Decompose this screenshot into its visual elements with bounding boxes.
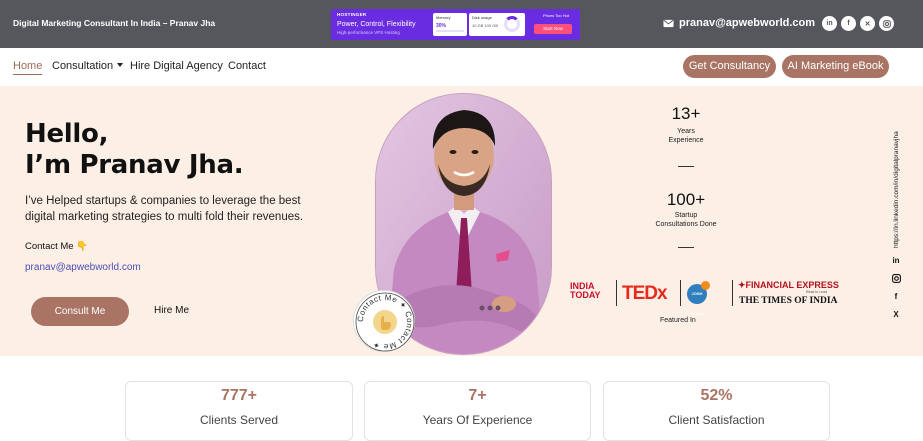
josh-talks-logo-text: JOSH TALKS <box>690 291 704 316</box>
nav-home[interactable]: Home <box>13 60 43 75</box>
stat-card-label: Client Satisfaction <box>668 413 765 427</box>
times-of-india-logo: THE TIMES OF INDIA <box>739 296 838 306</box>
ad-cta-button[interactable]: Start Now <box>534 24 572 34</box>
facebook-icon[interactable]: f <box>890 292 902 310</box>
ad-tag: Prices Too Hot <box>543 13 569 18</box>
side-social-icons: in f X <box>890 256 902 328</box>
divider <box>678 166 694 167</box>
india-today-logo-line-2: TODAY <box>570 290 601 300</box>
ad-subline: High-performance VPS Hosting <box>337 30 400 35</box>
years-label: Years Experience <box>650 127 722 145</box>
linkedin-icon[interactable]: in <box>890 256 902 274</box>
years-label-line-1: Years <box>677 128 695 135</box>
top-bar: Digital Marketing Consultant In India – … <box>0 0 923 48</box>
featured-in-label: Featured In <box>660 317 696 324</box>
ad-memory-card: Memory 30% <box>433 13 467 36</box>
x-icon[interactable]: ✕ <box>860 16 875 31</box>
hero-lead-text: I’ve Helped startups & companies to leve… <box>25 195 304 223</box>
logo-divider <box>680 280 681 306</box>
nav-consultation[interactable]: Consultation <box>52 60 124 72</box>
logo-divider <box>732 280 733 306</box>
hero-heading-line-2: I’m Pranav Jha. <box>25 150 244 180</box>
stat-card-value: 7+ <box>468 387 487 404</box>
years-value: 13+ <box>671 104 701 123</box>
ad-brand: HOSTINGER <box>337 12 367 17</box>
hero-email-link[interactable]: pranav@apwebworld.com <box>25 262 141 273</box>
featured-logos: INDIA TODAY TEDx JOSH TALKS ✦FINANCIAL EX… <box>570 280 840 316</box>
linkedin-url-vertical[interactable]: https://in.linkedin.com/in/digitalpranav… <box>890 120 902 250</box>
contact-me-label: Contact Me 👇 <box>25 241 89 252</box>
contact-me-badge[interactable]: Contact Me ✦ Contact Me ✦ <box>353 290 415 352</box>
stat-card-value: 52% <box>700 387 733 404</box>
ad-card-value: 30% <box>436 23 447 29</box>
instagram-icon[interactable] <box>890 274 902 292</box>
logo-divider <box>616 280 617 306</box>
years-label-line-2: Experience <box>668 137 704 144</box>
ad-headline: Power, Control, Flexibility <box>337 21 416 28</box>
stat-card-satisfaction: 52% Client Satisfaction <box>603 381 830 441</box>
nav-hire-digital-agency[interactable]: Hire Digital Agency <box>130 60 223 72</box>
consultations-label-line-2: Consultations Done <box>655 221 717 228</box>
stat-card-value: 777+ <box>220 387 258 404</box>
linkedin-icon[interactable]: in <box>822 16 837 31</box>
top-social-icons: in f ✕ <box>822 16 894 31</box>
top-email[interactable]: pranav@apwebworld.com <box>663 17 815 29</box>
ad-card-title: Memory <box>436 15 451 20</box>
ad-card-bar <box>436 30 464 32</box>
consultations-value: 100+ <box>666 190 706 209</box>
stat-card-label: Clients Served <box>199 413 279 427</box>
main-nav: Home Consultation Hire Digital Agency Co… <box>0 48 923 86</box>
consultations-label-line-1: Startup <box>674 212 698 219</box>
hire-me-button[interactable]: Hire Me <box>154 305 189 316</box>
hero-heading-line-1: Hello, <box>25 119 109 149</box>
ad-card-value: 10 GB 100 GB <box>472 23 499 28</box>
caret-down-icon <box>117 63 124 67</box>
x-icon[interactable]: X <box>890 310 902 328</box>
ad-card-title: Disk usage <box>472 15 492 20</box>
divider <box>678 247 694 248</box>
facebook-icon[interactable]: f <box>841 16 856 31</box>
contact-badge-graphic: Contact Me ✦ Contact Me ✦ <box>355 292 415 352</box>
nav-consultation-label: Consultation <box>52 60 114 72</box>
stat-card-clients: 777+ Clients Served <box>125 381 353 441</box>
india-today-logo: INDIA TODAY <box>570 282 601 300</box>
linkedin-url-text: https://in.linkedin.com/in/digitalpranav… <box>893 131 900 248</box>
ai-marketing-ebook-button[interactable]: AI Marketing eBook <box>782 55 889 78</box>
stat-card-experience: 7+ Years Of Experience <box>364 381 591 441</box>
site-title[interactable]: Digital Marketing Consultant In India – … <box>13 18 215 28</box>
hero-heading: Hello, I’m Pranav Jha. <box>25 119 244 181</box>
nav-contact[interactable]: Contact <box>228 60 266 72</box>
financial-express-logo-text: FINANCIAL EXPRESS <box>745 280 839 290</box>
consultations-label: Startup Consultations Done <box>640 211 732 229</box>
hosting-ad-banner[interactable]: HOSTINGER Power, Control, Flexibility Hi… <box>331 9 580 40</box>
ad-disk-card: Disk usage 10 GB 100 GB <box>469 13 525 36</box>
consult-me-button[interactable]: Consult Me <box>31 297 129 326</box>
stat-card-label: Years Of Experience <box>422 413 533 427</box>
instagram-icon[interactable] <box>879 16 894 31</box>
envelope-icon <box>663 19 674 27</box>
get-consultancy-button[interactable]: Get Consultancy <box>683 55 776 78</box>
ad-disk-ring-icon <box>504 16 520 32</box>
hero-section: Hello, I’m Pranav Jha. I’ve Helped start… <box>0 86 923 356</box>
tedx-logo: TEDx <box>622 283 668 304</box>
josh-talks-flame-icon <box>701 281 710 290</box>
top-email-text: pranav@apwebworld.com <box>679 17 816 29</box>
linkedin-url-graphic: https://in.linkedin.com/in/digitalpranav… <box>893 131 900 248</box>
financial-express-tagline: Read to Lead <box>806 290 828 294</box>
